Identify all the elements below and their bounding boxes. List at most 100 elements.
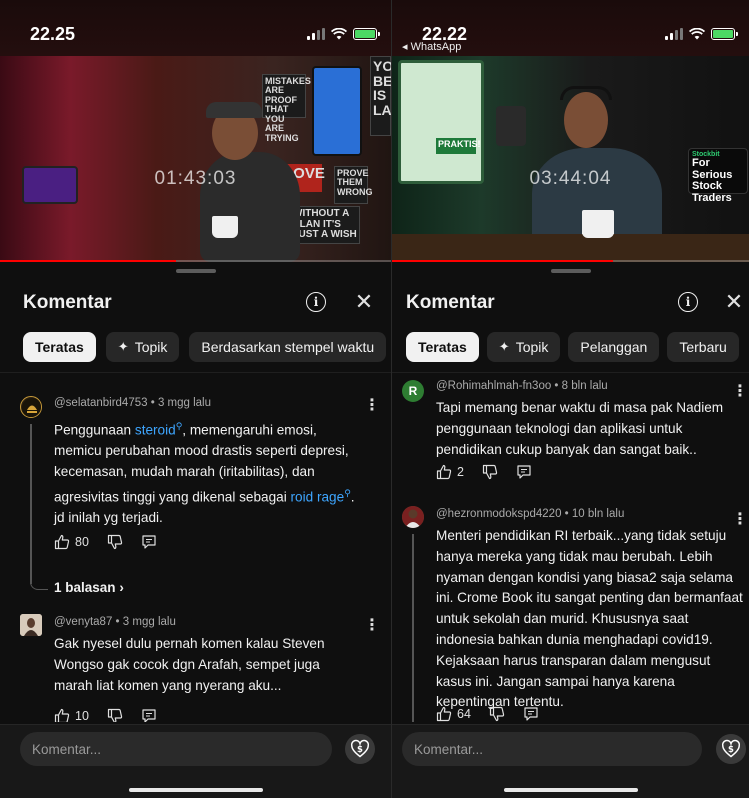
chip-stempel-waktu[interactable]: Berdasarkan stempel waktu	[189, 332, 387, 362]
status-time: 22.25	[30, 24, 76, 44]
info-icon[interactable]: i	[678, 292, 698, 312]
thumb-down-icon	[107, 708, 123, 722]
signal-icon	[665, 28, 683, 40]
like-button[interactable]: 80	[54, 534, 89, 550]
thumb-down-icon	[482, 464, 498, 480]
super-thanks-button[interactable]: $	[716, 734, 746, 764]
view-replies-button[interactable]: 1 balasan ›	[54, 580, 124, 595]
comment-time: 8 bln lalu	[561, 380, 608, 392]
chip-pelanggan[interactable]: Pelanggan	[568, 332, 660, 362]
avatar[interactable]	[402, 506, 424, 528]
wifi-icon	[689, 28, 705, 40]
comment-actions: 2	[436, 464, 550, 480]
more-options-icon[interactable]: ⋮	[364, 618, 380, 634]
sheet-title: Komentar	[406, 292, 495, 313]
close-icon[interactable]: ✕	[352, 289, 376, 314]
divider	[392, 372, 749, 373]
reply-icon	[524, 707, 538, 721]
spark-icon: ✦	[498, 339, 510, 354]
mug	[212, 216, 238, 238]
hashtag-link[interactable]: roid rage	[291, 489, 345, 504]
drag-handle[interactable]	[175, 269, 216, 273]
back-to-whatsapp[interactable]: ◂ WhatsApp	[402, 40, 461, 53]
thread-line	[30, 424, 32, 584]
comment-actions: 80	[54, 534, 175, 550]
headphones	[560, 86, 612, 100]
thumb-up-icon	[54, 534, 70, 550]
avatar[interactable]: R	[402, 380, 424, 402]
reply-button[interactable]	[141, 708, 157, 722]
like-count: 64	[457, 707, 471, 721]
status-icons	[665, 28, 738, 40]
heart-dollar-icon: $	[350, 739, 370, 758]
comment-text: Gak nyesel dulu pernah komen kalau Steve…	[54, 636, 325, 693]
more-options-icon[interactable]: ⋮	[364, 398, 380, 414]
home-indicator[interactable]	[503, 788, 638, 792]
dislike-button[interactable]	[107, 708, 123, 722]
host-head	[564, 92, 608, 148]
sheet-header: Komentar i ✕	[392, 286, 749, 318]
hashtag-link[interactable]: steroid	[135, 423, 176, 438]
comment-author[interactable]: @Rohimahlmah-fn3oo	[436, 380, 551, 392]
reply-icon	[142, 709, 156, 722]
filter-chips: Teratas ✦ Topik Berdasarkan stempel waktu	[23, 332, 387, 362]
comment-text: Menteri pendidikan RI terbaik...yang tid…	[436, 528, 743, 710]
reply-button[interactable]	[141, 534, 157, 550]
comment-author[interactable]: @hezronmodokspd4220	[436, 508, 561, 520]
video-player[interactable]: PRAKTIS! Stockbit For Serious Stock Trade…	[392, 56, 749, 262]
chip-teratas[interactable]: Teratas	[406, 332, 479, 362]
divider	[0, 372, 391, 373]
avatar[interactable]	[20, 396, 42, 418]
chip-teratas[interactable]: Teratas	[23, 332, 96, 362]
like-count: 10	[75, 709, 89, 722]
dislike-button[interactable]	[107, 534, 123, 550]
comment-author[interactable]: @selatanbird4753	[54, 397, 148, 409]
thumb-down-icon	[107, 534, 123, 550]
comment-item: R @Rohimahlmah-fn3oo • 8 bln lalu ⋮ Tapi…	[392, 380, 749, 488]
comment-actions: 64	[436, 706, 557, 722]
comment-author[interactable]: @venyta87	[54, 616, 112, 628]
like-button[interactable]: 2	[436, 464, 464, 480]
comment-meta: @Rohimahlmah-fn3oo • 8 bln lalu	[436, 380, 608, 392]
comment-meta: @selatanbird4753 • 3 mgg lalu	[54, 397, 212, 409]
status-bar: 22.25	[0, 0, 391, 56]
dislike-button[interactable]	[489, 706, 505, 722]
comment-list: @selatanbird4753 • 3 mgg lalu ⋮ Pengguna…	[0, 380, 391, 722]
reply-button[interactable]	[516, 464, 532, 480]
comment-input[interactable]	[402, 732, 702, 766]
svg-text:$: $	[728, 745, 734, 755]
close-icon[interactable]: ✕	[722, 289, 746, 314]
host-cap	[206, 102, 262, 118]
comment-input[interactable]	[20, 732, 332, 766]
signal-icon	[307, 28, 325, 40]
battery-icon	[711, 28, 738, 40]
chip-terbaru[interactable]: Terbaru	[667, 332, 739, 362]
dislike-button[interactable]	[482, 464, 498, 480]
drag-handle[interactable]	[550, 269, 591, 273]
wall-poster: MISTAKES ARE PROOF THAT YOU ARE TRYING	[262, 74, 311, 142]
filter-chips: Teratas ✦ Topik Pelanggan Terbaru	[406, 332, 739, 362]
video-player[interactable]: MISTAKES ARE PROOF THAT YOU ARE TRYING P…	[0, 56, 391, 262]
comment-time: 10 bln lalu	[571, 508, 625, 520]
ad-badge: PRAKTIS!	[436, 138, 481, 154]
like-button[interactable]: 10	[54, 708, 89, 722]
home-indicator[interactable]	[128, 788, 263, 792]
chevron-right-icon: ›	[119, 580, 124, 595]
reply-button[interactable]	[523, 706, 539, 722]
screenshot-right: 22.22 ◂ WhatsApp PRAKTIS! Stockbit For Se…	[392, 0, 749, 798]
chip-label: Topik	[515, 339, 549, 355]
mug	[582, 210, 614, 238]
like-button[interactable]: 64	[436, 706, 471, 722]
comment-text: Penggunaan steroid⚲, memengaruhi emosi, …	[54, 416, 364, 529]
chip-topik[interactable]: ✦ Topik	[105, 332, 180, 362]
more-options-icon[interactable]: ⋮	[732, 384, 748, 400]
replies-label: 1 balasan	[54, 580, 116, 595]
super-thanks-button[interactable]: $	[345, 734, 375, 764]
info-icon[interactable]: i	[306, 292, 326, 312]
thumb-up-icon	[54, 708, 70, 722]
sheet-title: Komentar	[23, 292, 112, 313]
avatar[interactable]	[20, 614, 42, 636]
heart-dollar-icon: $	[721, 739, 741, 758]
chip-topik[interactable]: ✦ Topik	[486, 332, 561, 362]
video-timestamp: 03:44:04	[529, 168, 612, 189]
